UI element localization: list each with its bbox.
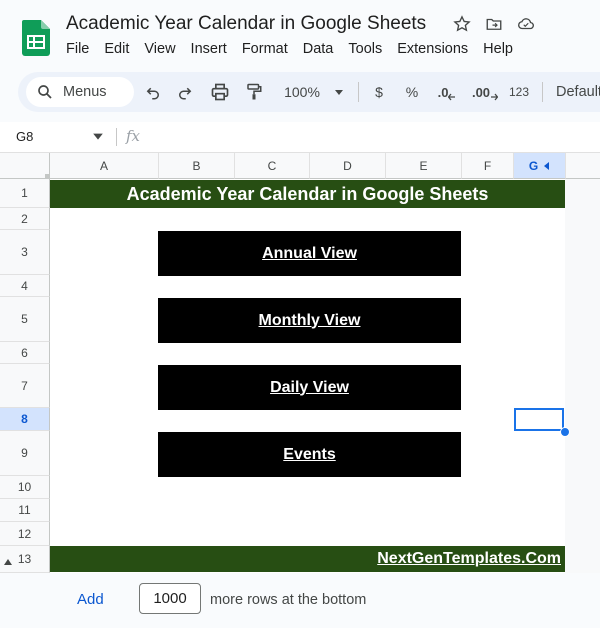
row-header-5[interactable]: 5 <box>0 297 50 342</box>
add-rows-suffix: more rows at the bottom <box>210 592 367 608</box>
row-header-12[interactable]: 12 <box>0 522 50 546</box>
row-header-11[interactable]: 11 <box>0 499 50 522</box>
search-menus-label: Menus <box>63 84 107 100</box>
more-formats-button[interactable]: 123 <box>506 82 532 102</box>
row-header-2[interactable]: 2 <box>0 208 50 230</box>
row-header-1[interactable]: 1 <box>0 179 50 208</box>
format-percent-button[interactable]: % <box>403 82 421 102</box>
formula-divider <box>116 128 117 146</box>
row-header-9[interactable]: 9 <box>0 431 50 476</box>
add-rows-button[interactable]: Add <box>77 591 104 608</box>
menu-help[interactable]: Help <box>483 41 513 57</box>
scroll-left-icon <box>544 161 550 170</box>
menu-extensions[interactable]: Extensions <box>397 41 468 57</box>
increase-decimal-button[interactable]: .00 <box>470 82 500 102</box>
column-header-g[interactable]: G <box>514 153 566 179</box>
annual-view-button[interactable]: Annual View <box>158 231 461 276</box>
footer-link[interactable]: NextGenTemplates.Com <box>50 546 565 572</box>
toolbar-divider <box>542 82 543 102</box>
grid-right-margin <box>565 179 600 573</box>
toolbar-divider <box>358 82 359 102</box>
star-icon[interactable] <box>452 14 472 34</box>
zoom-select[interactable]: 100% <box>280 82 324 102</box>
zoom-dropdown-icon[interactable] <box>332 82 346 102</box>
row-header-13-label: 13 <box>17 552 32 566</box>
search-icon <box>38 85 52 99</box>
title-icons <box>452 14 536 34</box>
fx-icon: fx <box>126 127 141 145</box>
row-header-8[interactable]: 8 <box>0 408 50 431</box>
name-box-dropdown-icon[interactable] <box>92 130 104 142</box>
select-all-corner[interactable] <box>0 153 50 179</box>
menu-data[interactable]: Data <box>303 41 334 57</box>
search-menus-button[interactable]: Menus <box>26 77 134 107</box>
row-header-10[interactable]: 10 <box>0 476 50 499</box>
rows-count-input[interactable]: 1000 <box>139 583 201 614</box>
document-title[interactable]: Academic Year Calendar in Google Sheets <box>66 13 426 35</box>
formula-input[interactable] <box>150 122 590 152</box>
move-to-folder-icon[interactable] <box>484 14 504 34</box>
menu-edit[interactable]: Edit <box>104 41 129 57</box>
title-bar: Academic Year Calendar in Google Sheets … <box>0 0 600 70</box>
row-header-3[interactable]: 3 <box>0 230 50 275</box>
selected-cell-outline[interactable] <box>514 408 564 431</box>
events-button[interactable]: Events <box>158 432 461 477</box>
row-header-6[interactable]: 6 <box>0 342 50 364</box>
decrease-decimal-label: .0 <box>437 84 449 100</box>
column-header-g-label: G <box>528 158 539 173</box>
arrow-right-icon <box>491 93 499 101</box>
menu-tools[interactable]: Tools <box>348 41 382 57</box>
format-currency-button[interactable]: $ <box>370 82 388 102</box>
menu-bar: File Edit View Insert Format Data Tools … <box>66 41 528 57</box>
column-header-b[interactable]: B <box>159 153 235 179</box>
decrease-decimal-button[interactable]: .0 <box>434 82 460 102</box>
sheets-logo-icon[interactable] <box>22 20 50 56</box>
daily-view-button[interactable]: Daily View <box>158 365 461 410</box>
arrow-left-icon <box>448 93 456 101</box>
undo-icon[interactable] <box>142 82 164 102</box>
row-expand-icon <box>4 559 12 565</box>
column-header-f[interactable]: F <box>462 153 514 179</box>
column-header-overflow <box>566 153 600 179</box>
fill-handle[interactable] <box>560 427 570 437</box>
column-header-a[interactable]: A <box>50 153 159 179</box>
column-header-c[interactable]: C <box>235 153 310 179</box>
row-header-7[interactable]: 7 <box>0 364 50 408</box>
column-header-e[interactable]: E <box>386 153 462 179</box>
formula-bar: G8 fx <box>0 122 600 153</box>
add-rows-bar: Add 1000 more rows at the bottom <box>0 573 600 628</box>
print-icon[interactable] <box>208 82 232 102</box>
redo-icon[interactable] <box>174 82 196 102</box>
paint-format-icon[interactable] <box>243 82 265 102</box>
monthly-view-button[interactable]: Monthly View <box>158 298 461 343</box>
menu-file[interactable]: File <box>66 41 89 57</box>
row-header-4[interactable]: 4 <box>0 275 50 297</box>
toolbar: Menus 100% $ % .0 .00 123 Default <box>18 72 600 112</box>
menu-insert[interactable]: Insert <box>191 41 227 57</box>
menu-format[interactable]: Format <box>242 41 288 57</box>
row-header-13[interactable]: 13 <box>0 546 50 573</box>
font-select[interactable]: Default <box>556 82 600 102</box>
increase-decimal-label: .00 <box>471 84 491 100</box>
column-header-d[interactable]: D <box>310 153 386 179</box>
cloud-status-icon[interactable] <box>516 14 536 34</box>
sheet-banner-title[interactable]: Academic Year Calendar in Google Sheets <box>50 180 565 208</box>
name-box[interactable]: G8 <box>16 129 33 144</box>
menu-view[interactable]: View <box>144 41 175 57</box>
spreadsheet-grid: A B C D E F G 1 2 3 4 5 6 7 8 9 10 11 12… <box>0 153 600 573</box>
